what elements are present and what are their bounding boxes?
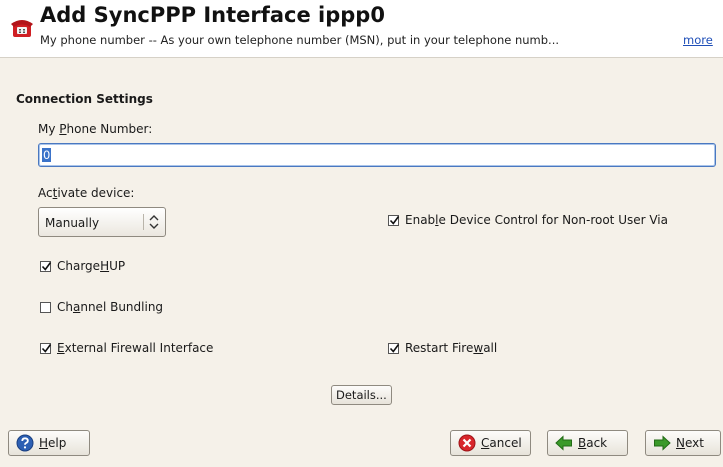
details-button[interactable]: Details... (331, 385, 392, 405)
activate-device-value: Manually (45, 216, 100, 230)
phone-number-input[interactable]: 0 (38, 143, 716, 167)
cancel-button[interactable]: Cancel (450, 430, 531, 456)
dialog-header: Add SyncPPP Interface ippp0 My phone num… (0, 0, 723, 58)
section-title: Connection Settings (16, 92, 153, 106)
chargehup-checkbox[interactable]: ChargeHUP (40, 259, 125, 273)
checkbox-box (40, 342, 52, 354)
restart-firewall-label: Restart Firewall (405, 341, 498, 355)
help-label: Help (39, 436, 67, 450)
checkmark-icon (389, 343, 400, 353)
phone-number-value: 0 (42, 148, 52, 162)
restart-firewall-checkbox[interactable]: Restart Firewall (388, 341, 497, 355)
external-firewall-label: External Firewall Interface (57, 341, 214, 355)
back-label: Back (578, 436, 608, 450)
channel-bundling-checkbox[interactable]: Channel Bundling (40, 300, 163, 314)
channel-bundling-label: Channel Bundling (57, 300, 164, 314)
checkbox-box (388, 214, 400, 226)
activate-device-select[interactable]: Manually (38, 207, 166, 237)
phone-number-label: My Phone Number: (38, 122, 153, 136)
next-arrow-icon (654, 435, 671, 451)
checkbox-box (40, 301, 51, 313)
back-button[interactable]: Back (547, 430, 628, 456)
checkmark-icon (389, 215, 400, 225)
help-icon (16, 434, 34, 452)
next-button[interactable]: Next (645, 430, 721, 456)
chargehup-label: ChargeHUP (57, 259, 126, 273)
checkbox-box (40, 260, 52, 272)
checkmark-icon (41, 261, 52, 271)
external-firewall-checkbox[interactable]: External Firewall Interface (40, 341, 213, 355)
checkbox-box (388, 342, 400, 354)
cancel-icon (458, 434, 476, 452)
activate-device-label: Activate device: (38, 186, 135, 200)
help-button[interactable]: Help (8, 430, 90, 456)
updown-chevron-icon (149, 215, 159, 229)
checkmark-icon (41, 343, 52, 353)
cancel-label: Cancel (481, 436, 522, 450)
back-arrow-icon (555, 435, 572, 451)
enable-device-control-label: Enable Device Control for Non-root User … (405, 213, 668, 227)
page-title: Add SyncPPP Interface ippp0 (40, 3, 385, 27)
phone-icon (11, 20, 33, 37)
combo-separator (143, 214, 144, 230)
more-link[interactable]: more (683, 33, 713, 47)
next-label: Next (676, 436, 704, 450)
help-text: My phone number -- As your own telephone… (40, 33, 560, 47)
enable-device-control-checkbox[interactable]: Enable Device Control for Non-root User … (388, 213, 668, 227)
